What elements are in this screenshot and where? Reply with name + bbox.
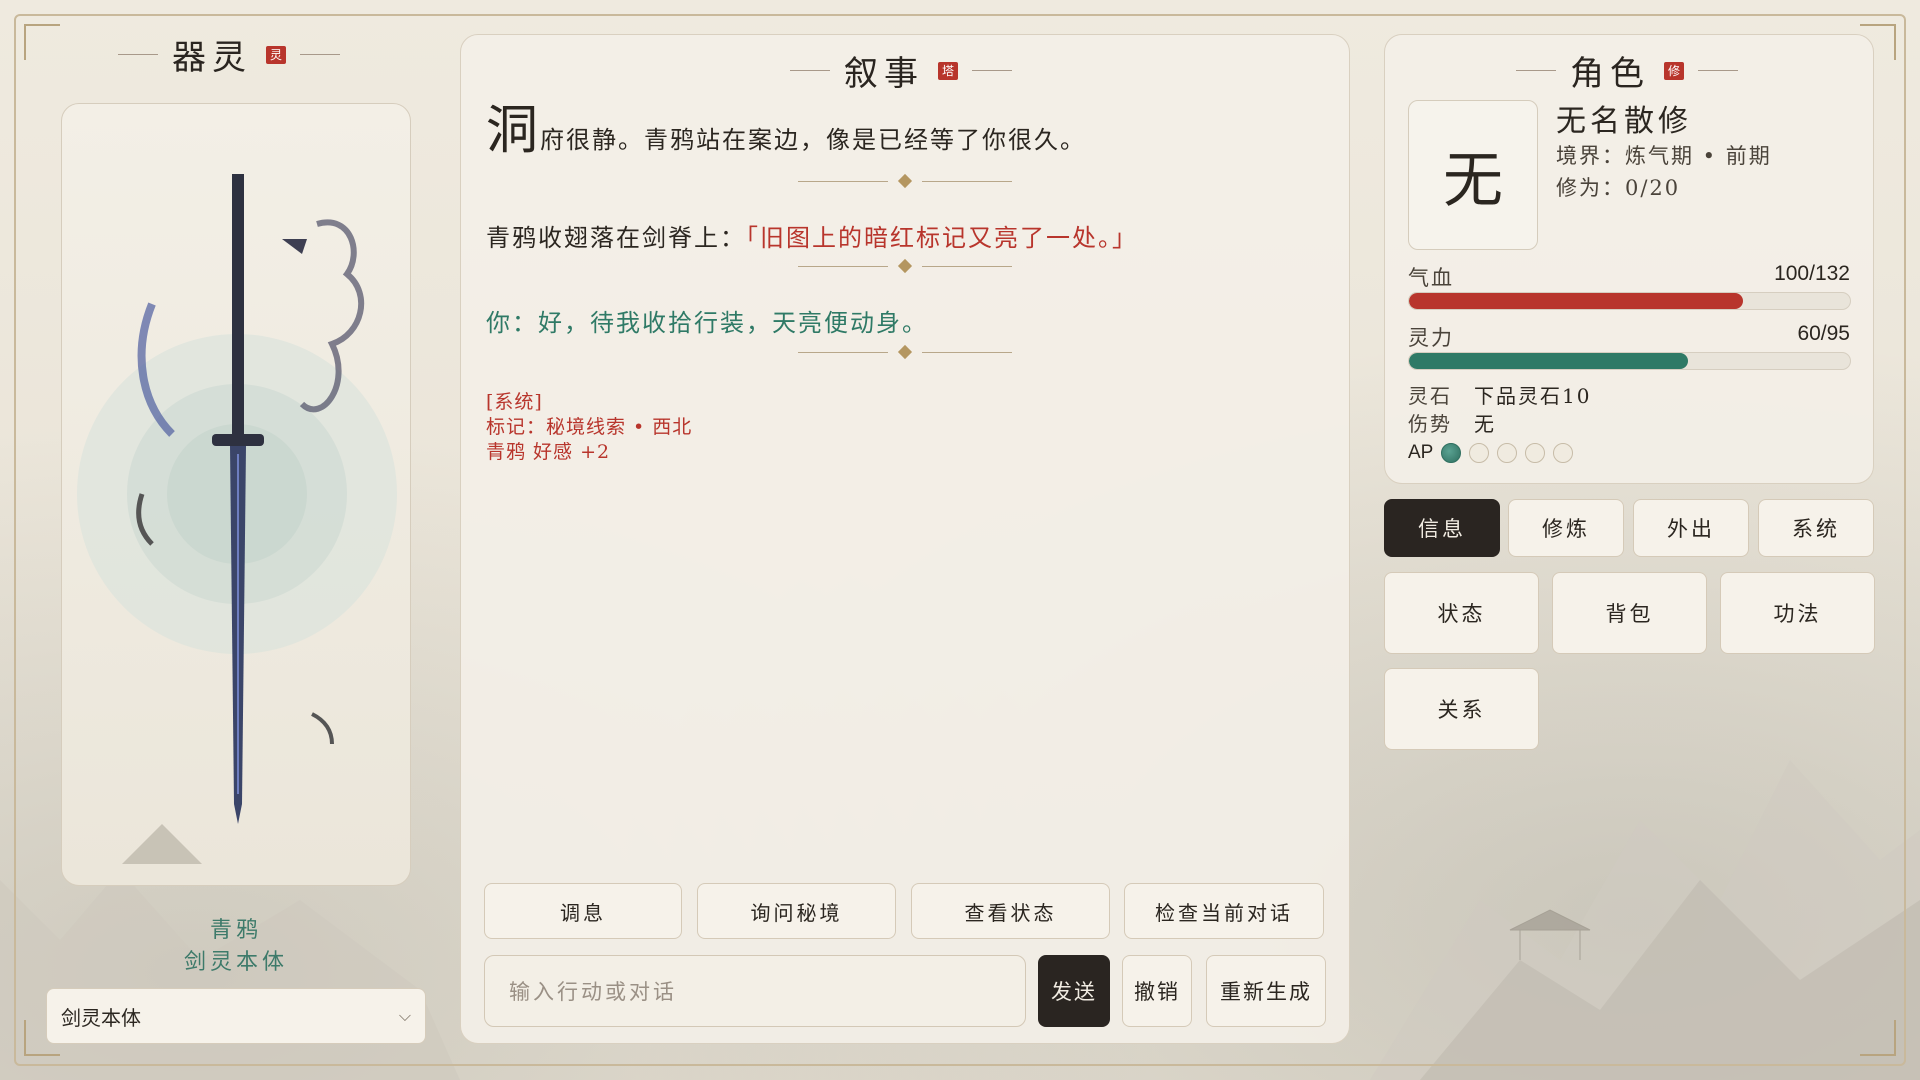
- hp-label: 气血: [1408, 266, 1454, 290]
- undo-button[interactable]: 撤销: [1122, 955, 1192, 1027]
- mp-bar-fill: [1409, 353, 1688, 369]
- drop-cap: 洞: [486, 101, 541, 161]
- tab-system[interactable]: 系统: [1758, 499, 1874, 557]
- spirit-portrait-card: [61, 103, 411, 886]
- quick-action-button[interactable]: 查看状态: [911, 883, 1110, 939]
- quick-action-button[interactable]: 调息: [484, 883, 682, 939]
- narrative-title: 叙事: [844, 54, 924, 94]
- seal-badge: 塔: [938, 61, 959, 80]
- paragraph-text: 青鸦收翅落在剑脊上：: [486, 224, 746, 252]
- system-line: [系统]: [486, 391, 543, 413]
- seal-badge: 修: [1664, 61, 1685, 80]
- ap-dot: [1553, 443, 1574, 463]
- tab-info[interactable]: 信息: [1384, 499, 1500, 557]
- hp-value: 100/132: [1774, 262, 1850, 285]
- quick-action-button[interactable]: 检查当前对话: [1124, 883, 1324, 939]
- character-name: 无名散修: [1556, 104, 1692, 139]
- action-points: AP: [1408, 442, 1574, 464]
- mp-value: 60/95: [1797, 322, 1850, 345]
- injury-value: 无: [1474, 412, 1496, 436]
- ornament-divider: [792, 173, 1018, 189]
- system-line: 青鸦 好感 +2: [486, 441, 611, 463]
- spirit-form-label: 剑灵本体: [183, 950, 288, 975]
- corner-ornament: [24, 24, 60, 60]
- realm-text: 境界：炼气期 • 前期: [1556, 144, 1772, 168]
- system-message: [系统] 标记：秘境线索 • 西北 青鸦 好感 +2: [486, 390, 692, 465]
- tab-cultivate[interactable]: 修炼: [1508, 499, 1624, 557]
- left-panel-header: 器灵 灵: [118, 30, 341, 79]
- ap-dot: [1525, 443, 1546, 463]
- paragraph-text: 府很静。青鸦站在案边，像是已经等了你很久。: [540, 126, 1087, 154]
- quote-text: 「旧图上的暗红标记又亮了一处。」: [746, 224, 1138, 252]
- relations-tile[interactable]: 关系: [1384, 668, 1539, 750]
- injury-row: 伤势无: [1408, 408, 1496, 437]
- narrative-header: 叙事 塔: [790, 46, 1013, 95]
- hp-bar-fill: [1409, 293, 1744, 309]
- character-header: 角色 修: [1516, 46, 1739, 95]
- left-panel-title: 器灵: [172, 38, 252, 78]
- regenerate-button[interactable]: 重新生成: [1206, 955, 1326, 1027]
- character-title: 角色: [1570, 54, 1650, 94]
- sword-spirit-illustration: [77, 174, 397, 864]
- inventory-tile[interactable]: 背包: [1552, 572, 1707, 654]
- tab-outing[interactable]: 外出: [1633, 499, 1749, 557]
- chevron-down-icon: ⌵: [398, 1006, 411, 1025]
- corner-ornament: [1860, 1020, 1896, 1056]
- spirit-name: 青鸦: [209, 918, 262, 943]
- spirit-stones-label: 灵石: [1408, 384, 1452, 408]
- action-input[interactable]: 输入行动或对话: [484, 955, 1026, 1027]
- hp-bar: [1408, 292, 1851, 310]
- techniques-tile[interactable]: 功法: [1720, 572, 1875, 654]
- ap-dot: [1497, 443, 1518, 463]
- ap-dot: [1469, 443, 1490, 463]
- story-paragraph-2: 青鸦收翅落在剑脊上：「旧图上的暗红标记又亮了一处。」: [486, 218, 1138, 253]
- ap-dot: [1441, 443, 1462, 463]
- ornament-divider: [792, 258, 1018, 274]
- cultivation-text: 修为：0/20: [1556, 176, 1681, 200]
- quick-action-button[interactable]: 询问秘境: [697, 883, 896, 939]
- ap-dots: [1441, 443, 1574, 463]
- seal-badge: 灵: [266, 45, 287, 64]
- avatar: 无: [1408, 100, 1538, 250]
- spirit-stones-value: 下品灵石10: [1474, 384, 1592, 408]
- ornament-divider: [792, 344, 1018, 360]
- mp-label: 灵力: [1408, 326, 1454, 350]
- system-line: 标记：秘境线索 • 西北: [486, 416, 693, 438]
- mp-bar: [1408, 352, 1851, 370]
- status-tile[interactable]: 状态: [1384, 572, 1539, 654]
- spirit-form-select[interactable]: 剑灵本体 ⌵: [46, 988, 426, 1044]
- spirit-form-select-value: 剑灵本体: [61, 1005, 141, 1030]
- spirit-stones-row: 灵石 下品灵石10: [1408, 380, 1591, 409]
- story-paragraph-1: 洞府很静。青鸦站在案边，像是已经等了你很久。: [486, 105, 1326, 157]
- player-reply: 你：好，待我收拾行装，天亮便动身。: [486, 309, 928, 337]
- injury-label: 伤势: [1408, 412, 1452, 436]
- send-button[interactable]: 发送: [1038, 955, 1110, 1027]
- ap-label: AP: [1408, 442, 1434, 463]
